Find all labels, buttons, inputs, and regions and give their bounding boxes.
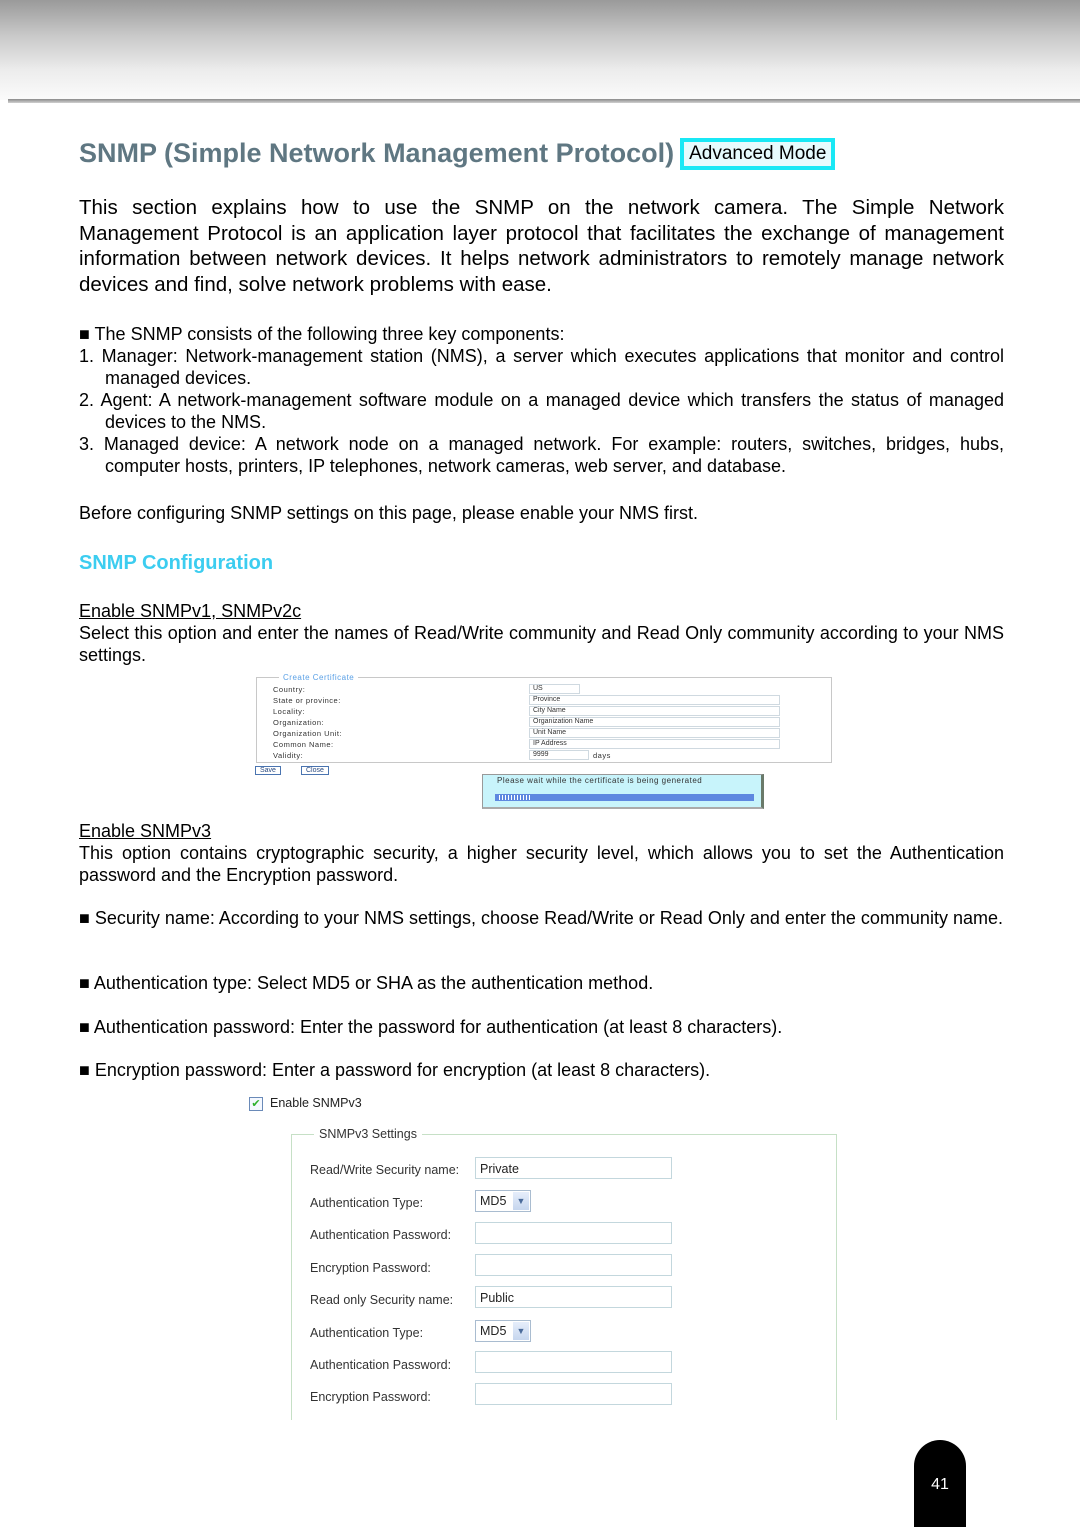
province-field[interactable]: Province: [529, 695, 780, 705]
ro-auth-password-input[interactable]: [475, 1351, 672, 1373]
header-divider: [8, 99, 1080, 103]
snmpv3-legend: SNMPv3 Settings: [314, 1127, 422, 1141]
chevron-down-icon: ▼: [513, 1322, 529, 1340]
v3-text: This option contains cryptographic secur…: [79, 843, 1004, 885]
rw-auth-password-label: Authentication Password:: [310, 1228, 452, 1242]
components-intro: ■ The SNMP consists of the following thr…: [79, 324, 565, 344]
rw-security-name-label: Read/Write Security name:: [310, 1163, 460, 1177]
chevron-down-icon: ▼: [513, 1192, 529, 1210]
advanced-mode-badge: Advanced Mode: [680, 138, 836, 170]
ro-auth-type-select[interactable]: MD5 ▼: [475, 1320, 531, 1342]
generating-dialog: Please wait while the certificate is bei…: [482, 774, 764, 809]
bullet-auth-password: ■ Authentication password: Enter the pas…: [79, 1017, 783, 1037]
ro-auth-password-label: Authentication Password:: [310, 1358, 452, 1372]
rw-auth-type-label: Authentication Type:: [310, 1196, 424, 1210]
rw-auth-password-input[interactable]: [475, 1222, 672, 1244]
page-number: 41: [931, 1476, 949, 1493]
organization-field[interactable]: Organization Name: [529, 717, 780, 727]
v1v2-heading: Enable SNMPv1, SNMPv2c: [79, 601, 302, 621]
ro-auth-type-label: Authentication Type:: [310, 1326, 424, 1340]
v1v2-text: Select this option and enter the names o…: [79, 623, 1004, 665]
ro-security-name-input[interactable]: Public: [475, 1286, 672, 1308]
validity-suffix: days: [593, 751, 611, 760]
page-header-band: [0, 0, 1080, 100]
progress-bar: [495, 794, 754, 801]
create-certificate-panel: Create Certificate Country: US State or …: [256, 673, 832, 763]
page-title: SNMP (Simple Network Management Protocol…: [79, 138, 836, 170]
v3-section: Enable SNMPv3 This option contains crypt…: [79, 820, 1004, 886]
common-name-field[interactable]: IP Address: [529, 739, 780, 749]
locality-field[interactable]: City Name: [529, 706, 780, 716]
rw-encryption-password-label: Encryption Password:: [310, 1261, 431, 1275]
wait-message: Please wait while the certificate is bei…: [497, 776, 703, 785]
cert-label: Organization Unit:: [273, 729, 343, 738]
cert-label: Country:: [273, 685, 306, 694]
cert-label: Validity:: [273, 751, 304, 760]
bullet-auth-type: ■ Authentication type: Select MD5 or SHA…: [79, 973, 654, 993]
components-list: ■ The SNMP consists of the following thr…: [79, 323, 1004, 477]
save-button[interactable]: Save: [255, 766, 281, 775]
bullet-text: ■ Security name: According to your NMS s…: [79, 908, 1003, 928]
rw-auth-type-select[interactable]: MD5 ▼: [475, 1190, 531, 1212]
cert-label: Organization:: [273, 718, 325, 727]
snmpv3-settings-panel: SNMPv3 Settings Read/Write Security name…: [291, 1127, 837, 1420]
cert-label: Common Name:: [273, 740, 334, 749]
bullet-encryption-password: ■ Encryption password: Enter a password …: [79, 1060, 711, 1080]
select-value: MD5: [480, 1194, 507, 1208]
component-managed-device: 3. Managed device: A network node on a m…: [79, 434, 1004, 476]
close-button[interactable]: Close: [301, 766, 329, 775]
select-value: MD5: [480, 1324, 507, 1338]
bullet-security-name: ■ Security name: According to your NMS s…: [79, 907, 1004, 929]
section-heading: SNMP Configuration: [79, 552, 274, 574]
validity-field[interactable]: 9999: [529, 750, 589, 760]
org-unit-field[interactable]: Unit Name: [529, 728, 780, 738]
ro-security-name-label: Read only Security name:: [310, 1293, 454, 1307]
v3-heading: Enable SNMPv3: [79, 821, 212, 841]
cert-label: State or province:: [273, 696, 341, 705]
rw-security-name-input[interactable]: Private: [475, 1157, 672, 1179]
rw-encryption-password-input[interactable]: [475, 1254, 672, 1276]
page-number-tab: 41: [914, 1440, 966, 1527]
intro-paragraph: This section explains how to use the SNM…: [79, 196, 1004, 296]
enable-snmpv3-checkbox[interactable]: ✔: [249, 1097, 263, 1111]
title-text: SNMP (Simple Network Management Protocol…: [79, 138, 675, 168]
ro-encryption-password-label: Encryption Password:: [310, 1390, 431, 1404]
ro-encryption-password-input[interactable]: [475, 1383, 672, 1405]
component-manager: 1. Manager: Network-management station (…: [79, 346, 1004, 388]
progress-fill: [499, 795, 531, 800]
country-field[interactable]: US: [529, 684, 580, 694]
cert-legend: Create Certificate: [279, 673, 359, 682]
component-agent: 2. Agent: A network-management software …: [79, 390, 1004, 432]
v1v2-section: Enable SNMPv1, SNMPv2c Select this optio…: [79, 600, 1004, 666]
before-note: Before configuring SNMP settings on this…: [79, 503, 698, 523]
cert-label: Locality:: [273, 707, 306, 716]
checkmark-icon: ✔: [251, 1098, 261, 1110]
enable-snmpv3-label: Enable SNMPv3: [270, 1096, 362, 1110]
